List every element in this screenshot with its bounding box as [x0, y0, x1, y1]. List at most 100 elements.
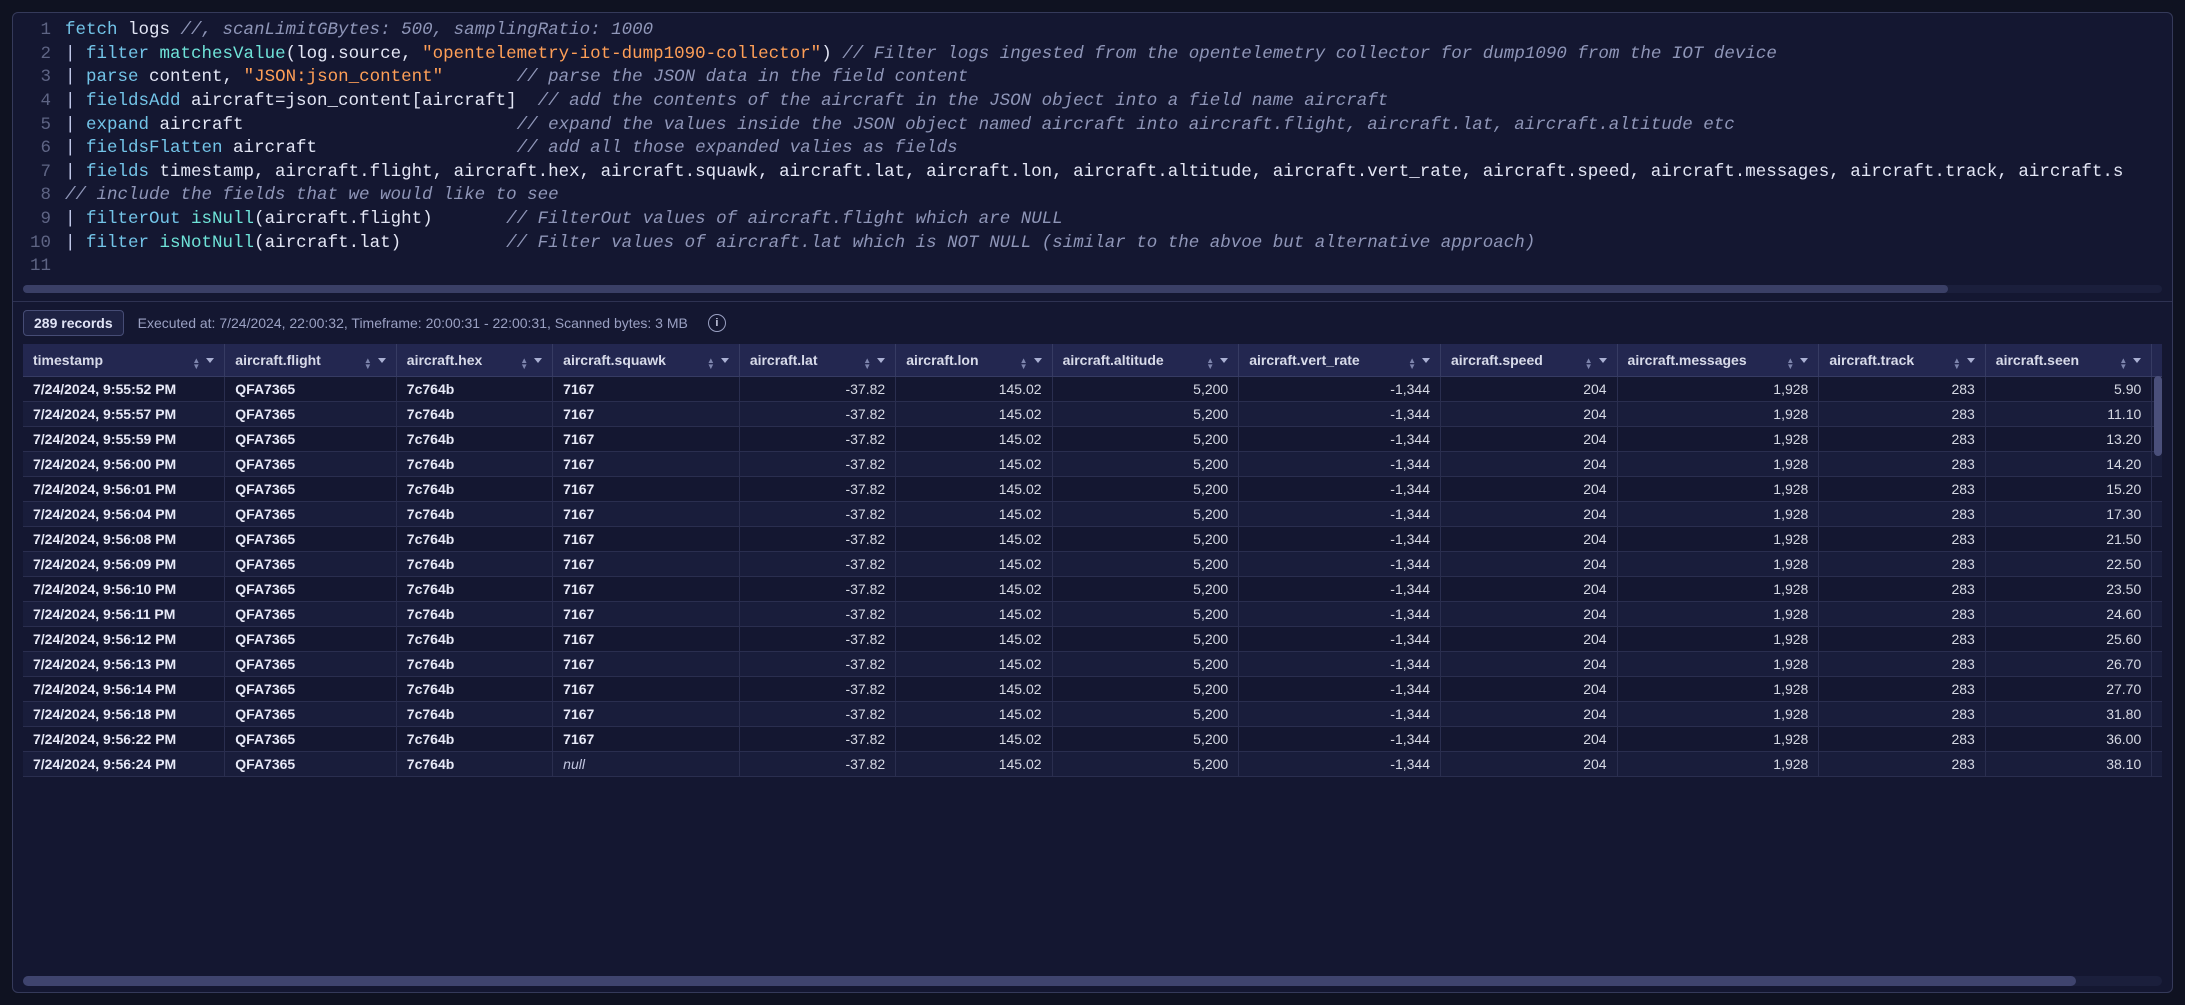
cell-vert_rate: -1,344	[1239, 601, 1441, 626]
chevron-down-icon[interactable]	[2133, 358, 2141, 363]
chevron-down-icon[interactable]	[1220, 358, 1228, 363]
chevron-down-icon[interactable]	[877, 358, 885, 363]
cell-hex: 7c764b	[396, 551, 552, 576]
cell-speed: 204	[1440, 651, 1617, 676]
code-line[interactable]	[65, 255, 2160, 279]
cell-squawk: 7167	[553, 476, 740, 501]
cell-speed: 204	[1440, 501, 1617, 526]
column-header-lon[interactable]: aircraft.lon▲▼	[896, 344, 1052, 377]
code-line[interactable]: | filter isNotNull(aircraft.lat) // Filt…	[65, 232, 2160, 256]
code-line[interactable]: fetch logs //, scanLimitGBytes: 500, sam…	[65, 19, 2160, 43]
cell-speed: 204	[1440, 751, 1617, 776]
sort-icon[interactable]: ▲▼	[520, 358, 528, 370]
sort-icon[interactable]: ▲▼	[1585, 358, 1593, 370]
chevron-down-icon[interactable]	[534, 358, 542, 363]
table-row[interactable]: 7/24/2024, 9:56:09 PMQFA73657c764b7167-3…	[23, 551, 2162, 576]
column-header-vert_rate[interactable]: aircraft.vert_rate▲▼	[1239, 344, 1441, 377]
table-row[interactable]: 7/24/2024, 9:56:10 PMQFA73657c764b7167-3…	[23, 576, 2162, 601]
table-row[interactable]: 7/24/2024, 9:56:11 PMQFA73657c764b7167-3…	[23, 601, 2162, 626]
chevron-down-icon[interactable]	[1800, 358, 1808, 363]
cell-altitude: 5,200	[1052, 401, 1239, 426]
chevron-down-icon[interactable]	[206, 358, 214, 363]
cell-timestamp: 7/24/2024, 9:56:09 PM	[23, 551, 225, 576]
table-scrollbar-thumb[interactable]	[23, 976, 2076, 986]
table-row[interactable]: 7/24/2024, 9:56:24 PMQFA73657c764bnull-3…	[23, 751, 2162, 776]
token-pl: timestamp, aircraft.flight, aircraft.hex…	[149, 162, 2123, 182]
chevron-down-icon[interactable]	[378, 358, 386, 363]
code-line[interactable]: | fieldsAdd aircraft=json_content[aircra…	[65, 90, 2160, 114]
table-row[interactable]: 7/24/2024, 9:56:18 PMQFA73657c764b7167-3…	[23, 701, 2162, 726]
table-horizontal-scrollbar[interactable]	[23, 976, 2162, 986]
table-row[interactable]: 7/24/2024, 9:56:08 PMQFA73657c764b7167-3…	[23, 526, 2162, 551]
cell-messages: 1,928	[1617, 376, 1819, 401]
code-line[interactable]: // include the fields that we would like…	[65, 184, 2160, 208]
column-header-messages[interactable]: aircraft.messages▲▼	[1617, 344, 1819, 377]
code-line[interactable]: | filter matchesValue(log.source, "opent…	[65, 43, 2160, 67]
table-row[interactable]: 7/24/2024, 9:55:57 PMQFA73657c764b7167-3…	[23, 401, 2162, 426]
column-header-seen[interactable]: aircraft.seen▲▼	[1985, 344, 2151, 377]
code-area[interactable]: fetch logs //, scanLimitGBytes: 500, sam…	[65, 19, 2172, 279]
code-line[interactable]: | filterOut isNull(aircraft.flight) // F…	[65, 208, 2160, 232]
results-table-scroll[interactable]: timestamp▲▼aircraft.flight▲▼aircraft.hex…	[23, 344, 2162, 972]
table-row[interactable]: 7/24/2024, 9:56:13 PMQFA73657c764b7167-3…	[23, 651, 2162, 676]
sort-icon[interactable]: ▲▼	[1408, 358, 1416, 370]
chevron-down-icon[interactable]	[1967, 358, 1975, 363]
sort-icon[interactable]: ▲▼	[707, 358, 715, 370]
sort-icon[interactable]: ▲▼	[863, 358, 871, 370]
table-row[interactable]: 7/24/2024, 9:56:00 PMQFA73657c764b7167-3…	[23, 451, 2162, 476]
table-row[interactable]: 7/24/2024, 9:56:22 PMQFA73657c764b7167-3…	[23, 726, 2162, 751]
sort-icon[interactable]: ▲▼	[192, 358, 200, 370]
chevron-down-icon[interactable]	[721, 358, 729, 363]
column-header-extra[interactable]: airc	[2152, 344, 2162, 377]
chevron-down-icon[interactable]	[1034, 358, 1042, 363]
vertical-scrollbar-thumb[interactable]	[2154, 376, 2162, 456]
cell-vert_rate: -1,344	[1239, 751, 1441, 776]
table-row[interactable]: 7/24/2024, 9:56:14 PMQFA73657c764b7167-3…	[23, 676, 2162, 701]
table-row[interactable]: 7/24/2024, 9:55:52 PMQFA73657c764b7167-3…	[23, 376, 2162, 401]
cell-hex: 7c764b	[396, 526, 552, 551]
column-header-altitude[interactable]: aircraft.altitude▲▼	[1052, 344, 1239, 377]
column-header-squawk[interactable]: aircraft.squawk▲▼	[553, 344, 740, 377]
column-header-lat[interactable]: aircraft.lat▲▼	[739, 344, 895, 377]
query-editor[interactable]: 1234567891011 fetch logs //, scanLimitGB…	[13, 13, 2172, 302]
column-header-flight[interactable]: aircraft.flight▲▼	[225, 344, 397, 377]
code-line[interactable]: | expand aircraft // expand the values i…	[65, 114, 2160, 138]
code-line[interactable]: | parse content, "JSON:json_content" // …	[65, 66, 2160, 90]
cell-altitude: 5,200	[1052, 426, 1239, 451]
column-header-timestamp[interactable]: timestamp▲▼	[23, 344, 225, 377]
code-line[interactable]: | fields timestamp, aircraft.flight, air…	[65, 161, 2160, 185]
info-icon[interactable]: i	[708, 314, 726, 332]
record-count-pill[interactable]: 289 records	[23, 310, 124, 336]
column-header-speed[interactable]: aircraft.speed▲▼	[1440, 344, 1617, 377]
cell-squawk: 7167	[553, 501, 740, 526]
cell-lat: -37.82	[739, 501, 895, 526]
chevron-down-icon[interactable]	[1599, 358, 1607, 363]
sort-icon[interactable]: ▲▼	[1020, 358, 1028, 370]
editor-horizontal-scrollbar[interactable]	[23, 285, 2162, 293]
cell-track: 283	[1819, 476, 1985, 501]
cell-lon: 145.02	[896, 676, 1052, 701]
cell-squawk: 7167	[553, 576, 740, 601]
table-row[interactable]: 7/24/2024, 9:56:01 PMQFA73657c764b7167-3…	[23, 476, 2162, 501]
cell-hex: 7c764b	[396, 426, 552, 451]
cell-seen: 13.20	[1985, 426, 2151, 451]
sort-icon[interactable]: ▲▼	[1786, 358, 1794, 370]
sort-icon[interactable]: ▲▼	[1206, 358, 1214, 370]
table-row[interactable]: 7/24/2024, 9:55:59 PMQFA73657c764b7167-3…	[23, 426, 2162, 451]
chevron-down-icon[interactable]	[1422, 358, 1430, 363]
column-header-track[interactable]: aircraft.track▲▼	[1819, 344, 1985, 377]
column-header-hex[interactable]: aircraft.hex▲▼	[396, 344, 552, 377]
cell-squawk: 7167	[553, 401, 740, 426]
sort-icon[interactable]: ▲▼	[2119, 358, 2127, 370]
cell-flight: QFA7365	[225, 476, 397, 501]
cell-speed: 204	[1440, 476, 1617, 501]
table-row[interactable]: 7/24/2024, 9:56:12 PMQFA73657c764b7167-3…	[23, 626, 2162, 651]
sort-icon[interactable]: ▲▼	[364, 358, 372, 370]
editor-scrollbar-thumb[interactable]	[23, 285, 1948, 293]
sort-icon[interactable]: ▲▼	[1953, 358, 1961, 370]
cell-vert_rate: -1,344	[1239, 426, 1441, 451]
token-kw: parse	[86, 67, 139, 87]
code-line[interactable]: | fieldsFlatten aircraft // add all thos…	[65, 137, 2160, 161]
table-row[interactable]: 7/24/2024, 9:56:04 PMQFA73657c764b7167-3…	[23, 501, 2162, 526]
cell-flight: QFA7365	[225, 726, 397, 751]
